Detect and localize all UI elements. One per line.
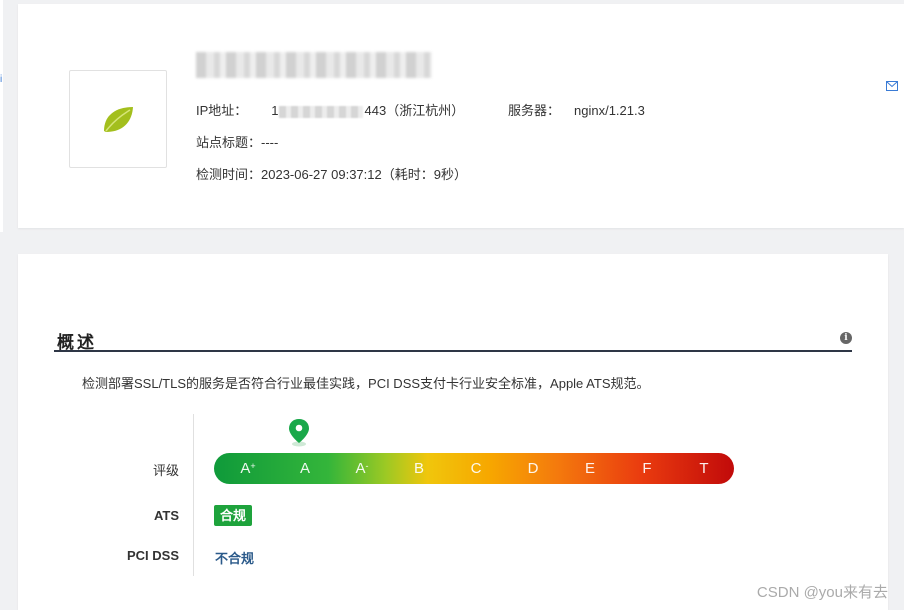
grade-a-plus: A+ bbox=[240, 460, 256, 477]
check-time-label: 检测时间： bbox=[196, 167, 262, 182]
overview-description: 检测部署SSL/TLS的服务是否符合行业最佳实践，PCI DSS支付卡行业安全标… bbox=[82, 376, 650, 391]
pci-dss-status[interactable]: 不合规 bbox=[215, 548, 254, 567]
ats-label: ATS bbox=[153, 508, 179, 523]
grade-e: E bbox=[584, 460, 595, 477]
overview-card: 概述 i 检测部署SSL/TLS的服务是否符合行业最佳实践，PCI DSS支付卡… bbox=[18, 254, 888, 610]
grade-b: B bbox=[413, 460, 424, 477]
rating-label: 评级 bbox=[152, 463, 179, 478]
watermark: CSDN @you来有去 bbox=[756, 584, 888, 601]
ip-address-row: IP地址： 1 443（浙江杭州） bbox=[196, 100, 464, 119]
ats-status-badge: 合规 bbox=[214, 505, 253, 526]
site-title-row: 站点标题：---- bbox=[196, 132, 278, 151]
site-title-label: 站点标题： bbox=[196, 135, 262, 150]
check-time-row: 检测时间：2023-06-27 09:37:12（耗时：9秒） bbox=[196, 164, 467, 183]
grade-a: A bbox=[299, 460, 310, 477]
grade-a-minus: A- bbox=[355, 460, 369, 477]
section-divider bbox=[54, 350, 852, 352]
left-panel-edge bbox=[0, 0, 3, 232]
check-time-value: 2023-06-27 09:37:12（耗时：9秒） bbox=[261, 167, 467, 182]
site-title-value: ---- bbox=[261, 135, 279, 150]
grade-c: C bbox=[470, 460, 482, 477]
site-logo bbox=[69, 70, 167, 168]
grade-d: D bbox=[527, 460, 539, 477]
location-pin-icon bbox=[289, 419, 309, 447]
ip-suffix: 443（浙江杭州） bbox=[364, 103, 465, 118]
left-panel-glyph: i bbox=[0, 74, 3, 85]
server-label: 服务器： bbox=[508, 103, 561, 118]
server-row: 服务器： nginx/1.21.3 bbox=[508, 100, 645, 119]
info-icon[interactable]: i bbox=[840, 332, 852, 344]
grade-f: F bbox=[642, 460, 652, 477]
site-info-card: IP地址： 1 443（浙江杭州） 服务器： nginx/1.21.3 站点标题：--… bbox=[18, 4, 904, 228]
grade-scale-bar: A+ A A- B C D E F T bbox=[214, 453, 734, 484]
pci-dss-label: PCI DSS bbox=[126, 548, 179, 563]
server-value: nginx/1.21.3 bbox=[574, 103, 645, 118]
mail-icon[interactable] bbox=[886, 81, 898, 91]
label-divider bbox=[193, 414, 194, 576]
grade-t: T bbox=[699, 460, 709, 477]
ip-label: IP地址： bbox=[196, 103, 248, 118]
site-domain-redacted bbox=[196, 52, 432, 78]
ip-redacted bbox=[278, 105, 363, 118]
ip-prefix: 1 bbox=[271, 103, 279, 118]
leaf-logo-icon bbox=[104, 107, 133, 132]
